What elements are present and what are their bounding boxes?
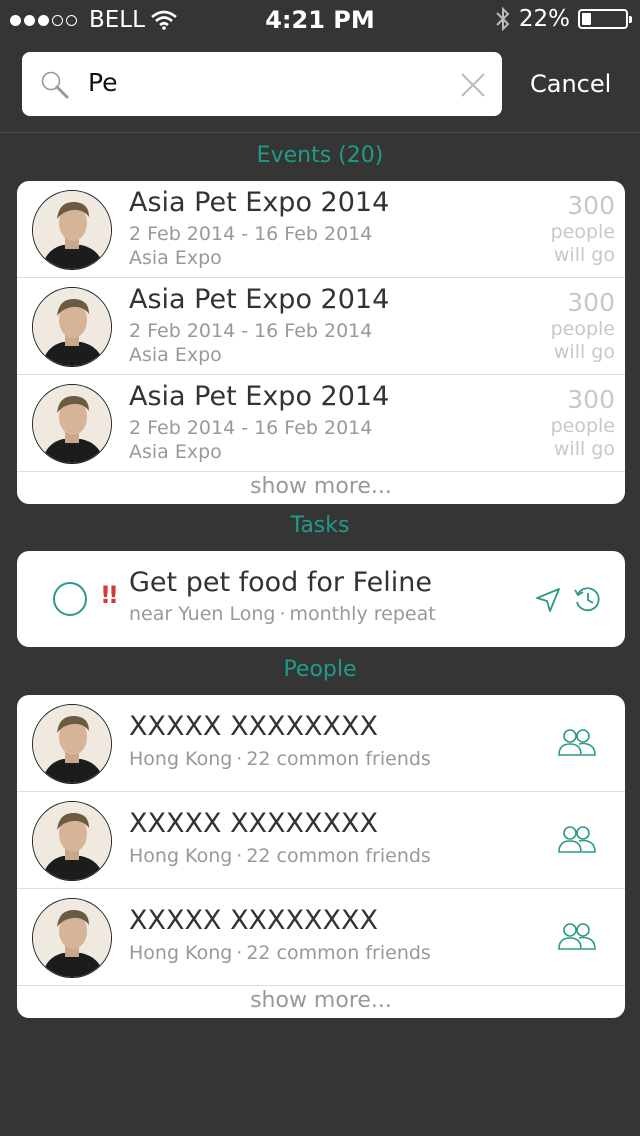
person-meta: Hong Kong · 22 common friends <box>129 748 431 770</box>
common-friends: 22 common friends <box>246 845 431 867</box>
search-query[interactable]: Pe <box>88 68 118 97</box>
friends-icon[interactable] <box>557 727 597 757</box>
avatar <box>32 801 112 881</box>
event-row[interactable]: Asia Pet Expo 2014 2 Feb 2014 - 16 Feb 2… <box>17 375 625 472</box>
people-heading: People <box>283 657 357 682</box>
avatar <box>32 190 112 270</box>
separator: · <box>236 845 243 867</box>
tasks-heading: Tasks <box>290 513 350 538</box>
event-title: Asia Pet Expo 2014 <box>129 381 390 412</box>
attendee-label-1: people <box>550 318 615 340</box>
task-checkbox[interactable] <box>53 582 87 616</box>
attendee-number: 300 <box>567 288 615 317</box>
events-card: Asia Pet Expo 2014 2 Feb 2014 - 16 Feb 2… <box>17 181 625 504</box>
tasks-card: !! Get pet food for Feline near Yuen Lon… <box>17 551 625 647</box>
history-icon[interactable] <box>573 585 601 613</box>
event-title: Asia Pet Expo 2014 <box>129 187 390 218</box>
attendee-label-1: people <box>550 221 615 243</box>
event-row[interactable]: Asia Pet Expo 2014 2 Feb 2014 - 16 Feb 2… <box>17 181 625 278</box>
avatar <box>32 384 112 464</box>
attendee-label-2: will go <box>553 438 615 460</box>
attendee-count: 300 people will go <box>551 288 615 364</box>
attendee-count: 300 people will go <box>551 385 615 461</box>
people-card: XXXXX XXXXXXXX Hong Kong · 22 common frien… <box>17 695 625 1018</box>
task-title: Get pet food for Feline <box>129 567 432 598</box>
event-dates: 2 Feb 2014 - 16 Feb 2014 <box>129 417 373 439</box>
search-input[interactable]: Pe <box>22 52 502 116</box>
event-row[interactable]: Asia Pet Expo 2014 2 Feb 2014 - 16 Feb 2… <box>17 278 625 375</box>
event-dates: 2 Feb 2014 - 16 Feb 2014 <box>129 223 373 245</box>
separator: · <box>279 603 286 625</box>
person-meta: Hong Kong · 22 common friends <box>129 845 431 867</box>
attendee-number: 300 <box>567 191 615 220</box>
status-bar: BELL 4:21 PM 22% <box>0 0 640 40</box>
status-right: 22% <box>495 6 632 32</box>
location-arrow-icon[interactable] <box>535 587 561 613</box>
events-show-more-button[interactable]: show more... <box>17 472 625 504</box>
people-show-more-button[interactable]: show more... <box>17 986 625 1018</box>
person-name: XXXXX XXXXXXXX <box>129 711 379 742</box>
common-friends: 22 common friends <box>246 942 431 964</box>
priority-icon: !! <box>100 581 119 609</box>
bluetooth-icon <box>496 6 510 32</box>
task-meta: near Yuen Long · monthly repeat <box>129 603 436 625</box>
task-repeat: monthly repeat <box>289 603 436 625</box>
person-location: Hong Kong <box>129 748 233 770</box>
cancel-button[interactable]: Cancel <box>530 70 611 98</box>
person-row[interactable]: XXXXX XXXXXXXX Hong Kong · 22 common frien… <box>17 792 625 889</box>
attendee-label-2: will go <box>553 341 615 363</box>
person-row[interactable]: XXXXX XXXXXXXX Hong Kong · 22 common frien… <box>17 695 625 792</box>
person-name: XXXXX XXXXXXXX <box>129 808 379 839</box>
person-meta: Hong Kong · 22 common friends <box>129 942 431 964</box>
event-title: Asia Pet Expo 2014 <box>129 284 390 315</box>
event-venue: Asia Expo <box>129 247 222 269</box>
event-dates: 2 Feb 2014 - 16 Feb 2014 <box>129 320 373 342</box>
attendee-label-2: will go <box>553 244 615 266</box>
search-icon <box>41 71 69 99</box>
person-location: Hong Kong <box>129 942 233 964</box>
person-location: Hong Kong <box>129 845 233 867</box>
attendee-number: 300 <box>567 385 615 414</box>
task-row[interactable]: !! Get pet food for Feline near Yuen Lon… <box>17 551 625 647</box>
attendee-label-1: people <box>550 415 615 437</box>
avatar <box>32 898 112 978</box>
separator: · <box>236 748 243 770</box>
friends-icon[interactable] <box>557 921 597 951</box>
person-row[interactable]: XXXXX XXXXXXXX Hong Kong · 22 common frien… <box>17 889 625 986</box>
events-heading: Events (20) <box>256 143 384 168</box>
event-venue: Asia Expo <box>129 344 222 366</box>
battery-percent: 22% <box>518 6 570 32</box>
event-venue: Asia Expo <box>129 441 222 463</box>
task-location: near Yuen Long <box>129 603 276 625</box>
avatar <box>32 704 112 784</box>
clear-icon[interactable] <box>460 72 486 98</box>
friends-icon[interactable] <box>557 824 597 854</box>
person-name: XXXXX XXXXXXXX <box>129 905 379 936</box>
attendee-count: 300 people will go <box>551 191 615 267</box>
avatar <box>32 287 112 367</box>
separator: · <box>236 942 243 964</box>
divider <box>0 132 640 133</box>
battery-icon <box>578 9 632 29</box>
battery-fill <box>582 13 591 25</box>
common-friends: 22 common friends <box>246 748 431 770</box>
